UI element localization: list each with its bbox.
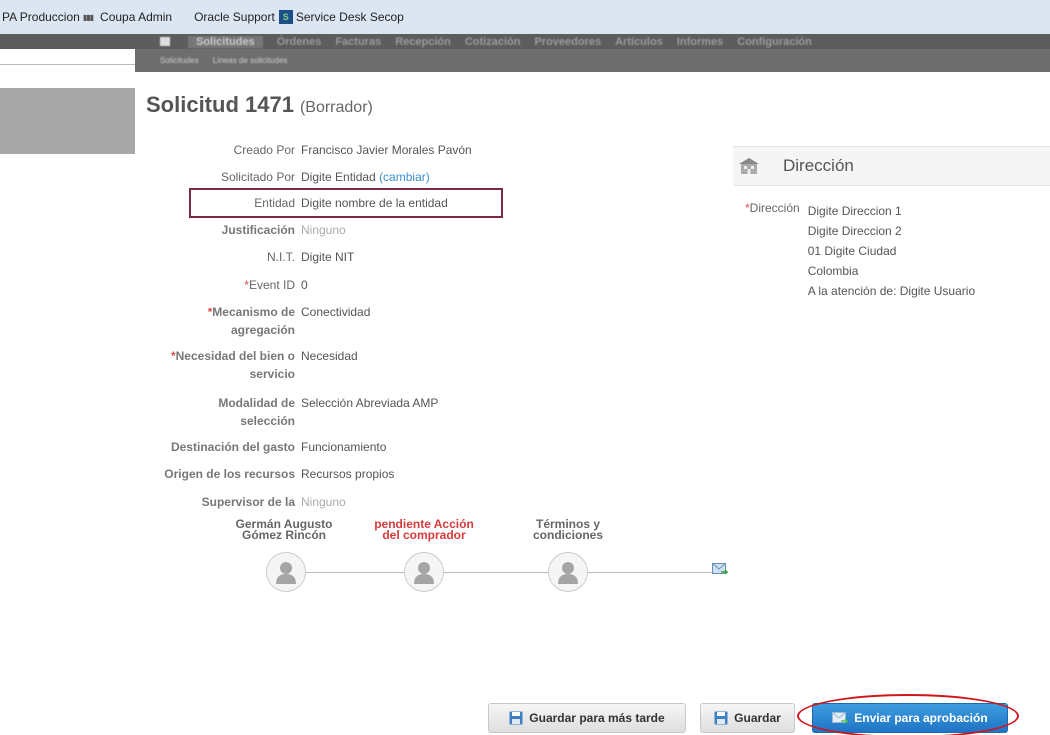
- user-icon: [276, 562, 296, 584]
- floppy-disk-icon: [509, 711, 523, 725]
- bars-icon: ▮▮▮: [82, 12, 94, 22]
- nit-input[interactable]: Digite NIT: [301, 248, 354, 266]
- row-solicitado-por: Solicitado Por Digite Entidad (cambiar): [140, 168, 430, 186]
- supervisor-value[interactable]: Ninguno: [301, 493, 346, 511]
- tab-recepcion[interactable]: Recepción: [395, 36, 451, 48]
- home-icon[interactable]: [160, 37, 170, 46]
- necesidad-value[interactable]: Necesidad: [301, 347, 358, 383]
- envelope-arrow-icon: [832, 711, 849, 725]
- tab-configuracion[interactable]: Configuración: [737, 36, 812, 48]
- bookmark-coupa-admin[interactable]: Coupa Admin: [100, 10, 172, 24]
- approver-terms: Términos y condiciones: [532, 517, 603, 542]
- building-icon: [737, 157, 761, 175]
- row-necesidad: *Necesidad del bien o servicio Necesidad: [140, 347, 358, 383]
- row-modalidad: Modalidad de selección Selección Abrevia…: [140, 394, 438, 430]
- solicitado-por-value: Digite Entidad (cambiar): [301, 168, 430, 186]
- destinacion-value[interactable]: Funcionamiento: [301, 438, 386, 456]
- submit-label: Enviar para aprobación: [854, 711, 988, 725]
- cambiar-link[interactable]: (cambiar): [379, 170, 430, 184]
- modalidad-label: Modalidad de selección: [218, 396, 295, 428]
- submit-for-approval-button[interactable]: Enviar para aprobación: [812, 703, 1008, 733]
- address-details: *Dirección Digite Direccion 1 Digite Dir…: [745, 201, 975, 301]
- address-line: Digite Direccion 1: [807, 204, 902, 218]
- approval-chain-line: [285, 572, 715, 573]
- save-label: Guardar: [734, 711, 781, 725]
- row-mecanismo: *Mecanismo de agregación Conectividad: [140, 303, 371, 339]
- page-title: Solicitud 1471 (Borrador): [146, 92, 373, 118]
- avatar[interactable]: [548, 552, 588, 592]
- solicitado-por-text: Digite Entidad: [301, 170, 376, 184]
- event-id-label: *Event ID: [244, 278, 295, 292]
- address-label: *Dirección: [745, 201, 800, 215]
- creado-por-value: Francisco Javier Morales Pavón: [301, 143, 472, 157]
- bookmark-pa-produccion[interactable]: PA Produccion ▮▮▮: [2, 10, 96, 24]
- origen-value[interactable]: Recursos propios: [301, 465, 394, 483]
- sub-nav-bar: Solicitudes Líneas de solicitudes: [135, 49, 1050, 72]
- tab-facturas[interactable]: Facturas: [335, 36, 381, 48]
- approver-pending: pendiente Acción del comprador: [374, 517, 474, 542]
- address-lines[interactable]: Digite Direccion 1 Digite Direccion 2 01…: [808, 201, 975, 301]
- requisition-status: (Borrador): [299, 99, 373, 116]
- mecanismo-label: *Mecanismo de agregación: [207, 305, 295, 337]
- address-section-title: Dirección: [783, 156, 854, 175]
- row-nit: N.I.T. Digite NIT: [140, 248, 354, 266]
- sub-nav: Solicitudes Líneas de solicitudes: [0, 49, 1050, 72]
- tab-articulos[interactable]: Artículos: [615, 36, 663, 48]
- save-later-label: Guardar para más tarde: [529, 711, 665, 725]
- requisition-title: Solicitud 1471: [146, 92, 294, 117]
- tab-ordenes[interactable]: Órdenes: [277, 36, 322, 48]
- address-line: Digite Direccion 2: [807, 224, 902, 238]
- save-later-button[interactable]: Guardar para más tarde: [488, 703, 686, 733]
- solicitado-por-label: Solicitado Por: [220, 170, 295, 184]
- destinacion-label: Destinación del gasto: [170, 440, 295, 454]
- bookmark-label: Oracle Support: [194, 10, 275, 24]
- row-justificacion: Justificación Ninguno: [140, 221, 346, 239]
- save-button[interactable]: Guardar: [700, 703, 795, 733]
- row-origen: Origen de los recursos Recursos propios: [140, 465, 394, 483]
- row-supervisor: Supervisor de la Ninguno: [140, 493, 346, 511]
- address-line: Colombia: [807, 264, 859, 278]
- bookmark-service-desk[interactable]: S Service Desk Secop: [278, 10, 404, 24]
- left-panel: [0, 88, 135, 154]
- approver-name: Germán Augusto Gómez Rincón: [235, 517, 333, 542]
- bookmark-label: Coupa Admin: [100, 10, 173, 24]
- main-nav: Solicitudes Órdenes Facturas Recepción C…: [0, 34, 1050, 49]
- avatar[interactable]: [266, 552, 306, 592]
- creado-por-label: Creado Por: [233, 143, 295, 157]
- bookmark-label: Service Desk Secop: [295, 10, 404, 24]
- bookmark-oracle-support[interactable]: Oracle Support: [194, 10, 275, 24]
- row-event-id: *Event ID 0: [140, 276, 308, 294]
- necesidad-label: *Necesidad del bien o servicio: [170, 349, 295, 381]
- address-section-header: Dirección: [733, 146, 1050, 186]
- avatar[interactable]: [404, 552, 444, 592]
- bookmark-label: PA Produccion: [2, 10, 80, 24]
- row-destinacion: Destinación del gasto Funcionamiento: [140, 438, 386, 456]
- sub-nav-left: [0, 49, 135, 65]
- floppy-disk-icon: [714, 711, 728, 725]
- row-creado-por: Creado Por Francisco Javier Morales Pavó…: [140, 141, 472, 159]
- user-icon: [558, 562, 578, 584]
- subtab-lineas[interactable]: Líneas de solicitudes: [213, 56, 288, 65]
- address-line: A la atención de: Digite Usuario: [807, 284, 976, 298]
- envelope-arrow-icon: [712, 563, 729, 581]
- entidad-highlight-box: [189, 188, 503, 218]
- modalidad-value[interactable]: Selección Abreviada AMP: [301, 394, 438, 430]
- tab-proveedores[interactable]: Proveedores: [534, 36, 601, 48]
- justificacion-value[interactable]: Ninguno: [301, 221, 346, 239]
- tab-informes[interactable]: Informes: [677, 36, 723, 48]
- supervisor-label: Supervisor de la: [201, 495, 295, 509]
- tab-cotizacion[interactable]: Cotización: [465, 36, 521, 48]
- mecanismo-value[interactable]: Conectividad: [301, 303, 370, 339]
- service-desk-icon: S: [278, 10, 293, 24]
- user-icon: [414, 562, 434, 584]
- subtab-solicitudes[interactable]: Solicitudes: [160, 56, 199, 65]
- address-line: 01 Digite Ciudad: [807, 244, 897, 258]
- origen-label: Origen de los recursos: [164, 467, 295, 481]
- justificacion-label: Justificación: [221, 223, 295, 237]
- event-id-value[interactable]: 0: [301, 276, 308, 294]
- bookmarks-bar: PA Produccion ▮▮▮ Coupa Admin Oracle Sup…: [0, 0, 1050, 34]
- nit-label: N.I.T.: [266, 250, 295, 264]
- tab-solicitudes[interactable]: Solicitudes: [188, 35, 263, 48]
